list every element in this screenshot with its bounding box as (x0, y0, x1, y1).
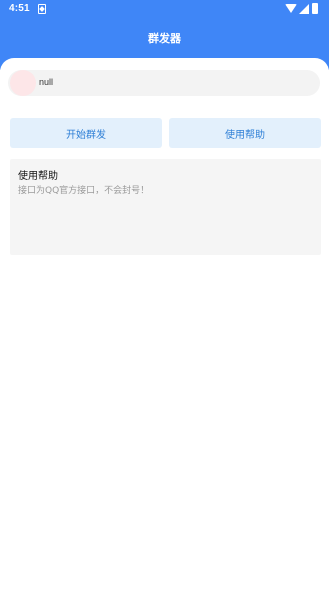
signal-icon (299, 4, 309, 14)
help-text: 接口为QQ官方接口，不会封号！ (18, 186, 150, 196)
help-button[interactable]: 使用帮助 (169, 118, 321, 148)
sim-card-icon (38, 4, 46, 14)
status-icons (285, 3, 321, 15)
avatar[interactable] (10, 70, 36, 96)
username: null (39, 77, 54, 87)
page-title: 群发器 (148, 32, 181, 45)
help-panel: 使用帮助 接口为QQ官方接口，不会封号！ (10, 159, 321, 255)
help-title: 使用帮助 (18, 171, 58, 182)
status-time: 4:51 (9, 3, 30, 14)
battery-icon (312, 3, 318, 14)
status-bar: 4:51 (0, 0, 329, 18)
start-broadcast-button[interactable]: 开始群发 (10, 118, 162, 148)
user-row[interactable]: null (8, 70, 320, 96)
wifi-icon (285, 4, 297, 13)
